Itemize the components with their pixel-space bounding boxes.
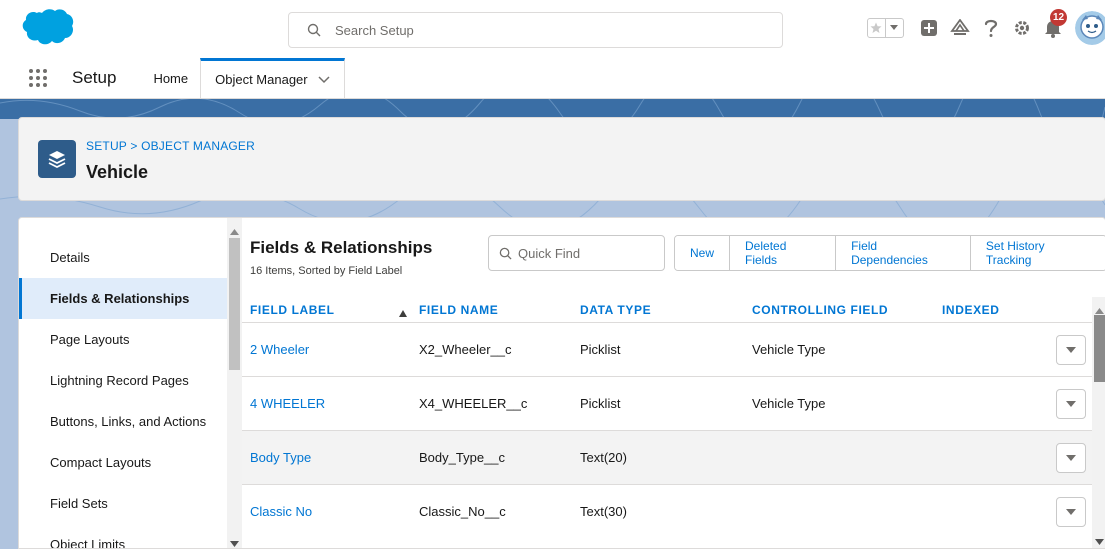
object-page-header: SETUP > OBJECT MANAGER Vehicle	[18, 117, 1105, 201]
search-icon	[499, 247, 512, 260]
chevron-down-icon[interactable]	[318, 75, 330, 84]
set-history-tracking-button[interactable]: Set History Tracking	[970, 236, 1105, 270]
search-setup-input[interactable]	[335, 22, 735, 38]
quick-find-input[interactable]	[518, 245, 658, 261]
table-row: Classic No Classic_No__c Text(30)	[242, 484, 1092, 538]
field-label-link[interactable]: Classic No	[250, 504, 312, 519]
column-header-field-label[interactable]: FIELD LABEL	[250, 303, 335, 317]
controlling-field-cell: Vehicle Type	[752, 342, 826, 357]
notification-badge: 12	[1050, 9, 1068, 26]
data-type-cell: Text(20)	[580, 450, 627, 465]
context-bar: Setup Home Object Manager	[0, 58, 1105, 99]
app-launcher-icon[interactable]	[28, 58, 54, 98]
field-name-cell: X4_WHEELER__c	[419, 396, 528, 411]
sidebar-item-page-layouts[interactable]: Page Layouts	[19, 319, 242, 360]
tab-home[interactable]: Home	[140, 58, 200, 98]
sidebar-item-compact-layouts[interactable]: Compact Layouts	[19, 442, 242, 483]
notifications-bell-icon[interactable]: 12	[1042, 9, 1068, 39]
field-name-cell: Body_Type__c	[419, 450, 506, 465]
data-type-cell: Picklist	[580, 342, 621, 357]
favorites-group	[867, 18, 904, 38]
field-dependencies-button[interactable]: Field Dependencies	[836, 236, 971, 270]
deleted-fields-button[interactable]: Deleted Fields	[730, 236, 837, 270]
table-row: 4 WHEELER X4_WHEELER__c Picklist Vehicle…	[242, 376, 1092, 430]
favorites-star-icon[interactable]	[868, 19, 886, 37]
object-content-panel: Details Fields & Relationships Page Layo…	[18, 217, 1105, 549]
data-type-cell: Picklist	[580, 396, 621, 411]
row-actions-dropdown-icon[interactable]	[1056, 443, 1086, 473]
sidebar-item-label: Compact Layouts	[50, 455, 152, 470]
field-label-link[interactable]: 4 WHEELER	[250, 396, 325, 411]
scroll-down-arrow-icon[interactable]	[1095, 533, 1104, 548]
setup-search-box[interactable]	[288, 12, 783, 48]
scroll-up-arrow-icon[interactable]	[230, 223, 239, 238]
sidebar-item-label: Buttons, Links, and Actions	[50, 414, 207, 429]
left-nav-scroll-thumb[interactable]	[229, 238, 240, 370]
quick-find-box[interactable]	[488, 235, 665, 271]
sidebar-item-field-sets[interactable]: Field Sets	[19, 483, 242, 524]
field-name-cell: Classic_No__c	[419, 504, 506, 519]
object-left-nav: Details Fields & Relationships Page Layo…	[19, 218, 242, 549]
object-layers-icon	[38, 140, 76, 178]
controlling-field-cell: Vehicle Type	[752, 396, 826, 411]
sidebar-item-label: Object Limits	[50, 537, 126, 549]
new-field-button[interactable]: New	[675, 236, 731, 270]
section-subtitle: 16 Items, Sorted by Field Label	[250, 265, 403, 277]
section-title: Fields & Relationships	[250, 238, 433, 257]
column-header-controlling-field[interactable]: CONTROLLING FIELD	[752, 303, 888, 317]
user-avatar[interactable]	[1075, 11, 1105, 45]
global-header: 12	[0, 0, 1105, 58]
table-scrollbar[interactable]	[1092, 297, 1105, 548]
breadcrumb[interactable]: SETUP > OBJECT MANAGER	[86, 139, 255, 153]
sidebar-item-buttons-links-actions[interactable]: Buttons, Links, and Actions	[19, 401, 242, 442]
sidebar-item-label: Field Sets	[50, 496, 108, 511]
trailhead-guidance-icon[interactable]	[949, 17, 971, 39]
sidebar-item-fields-relationships[interactable]: Fields & Relationships	[19, 278, 242, 319]
row-actions-dropdown-icon[interactable]	[1056, 389, 1086, 419]
sidebar-item-object-limits[interactable]: Object Limits	[19, 524, 242, 549]
row-actions-dropdown-icon[interactable]	[1056, 497, 1086, 527]
field-label-link[interactable]: Body Type	[250, 450, 311, 465]
sidebar-item-lightning-record-pages[interactable]: Lightning Record Pages	[19, 360, 242, 401]
fields-table-header: FIELD LABEL FIELD NAME DATA TYPE CONTROL…	[242, 297, 1092, 323]
favorites-list-icon[interactable]	[886, 19, 903, 37]
table-scroll-thumb[interactable]	[1094, 315, 1105, 382]
column-header-field-name[interactable]: FIELD NAME	[419, 303, 498, 317]
row-actions-dropdown-icon[interactable]	[1056, 335, 1086, 365]
sidebar-item-label: Page Layouts	[50, 332, 130, 347]
header-actions: 12	[867, 9, 1105, 46]
setup-gear-icon[interactable]	[1011, 17, 1033, 39]
column-header-data-type[interactable]: DATA TYPE	[580, 303, 651, 317]
tab-object-manager[interactable]: Object Manager	[200, 58, 345, 98]
tab-object-manager-label: Object Manager	[215, 72, 308, 87]
fields-relationships-pane: Fields & Relationships 16 Items, Sorted …	[242, 218, 1105, 548]
global-actions-plus-icon[interactable]	[918, 17, 940, 39]
table-row: Body Type Body_Type__c Text(20)	[242, 430, 1092, 484]
salesforce-logo[interactable]	[20, 7, 74, 47]
data-type-cell: Text(30)	[580, 504, 627, 519]
sort-ascending-icon[interactable]	[399, 305, 407, 320]
search-icon	[307, 22, 323, 38]
sidebar-item-label: Lightning Record Pages	[50, 373, 189, 388]
app-name: Setup	[72, 68, 117, 87]
tab-home-label: Home	[153, 70, 189, 86]
field-name-cell: X2_Wheeler__c	[419, 342, 512, 357]
fields-button-group: New Deleted Fields Field Dependencies Se…	[674, 235, 1105, 271]
sidebar-item-details[interactable]: Details	[19, 237, 242, 278]
sidebar-item-label: Fields & Relationships	[50, 291, 190, 306]
table-row: 2 Wheeler X2_Wheeler__c Picklist Vehicle…	[242, 322, 1092, 376]
scroll-down-arrow-icon[interactable]	[230, 535, 239, 548]
left-nav-scrollbar[interactable]	[227, 218, 242, 548]
column-header-indexed[interactable]: INDEXED	[942, 303, 1000, 317]
help-icon[interactable]	[980, 17, 1002, 39]
sidebar-item-label: Details	[50, 250, 90, 265]
page-title: Vehicle	[86, 162, 149, 182]
field-label-link[interactable]: 2 Wheeler	[250, 342, 309, 357]
fields-table-body: 2 Wheeler X2_Wheeler__c Picklist Vehicle…	[242, 322, 1092, 538]
